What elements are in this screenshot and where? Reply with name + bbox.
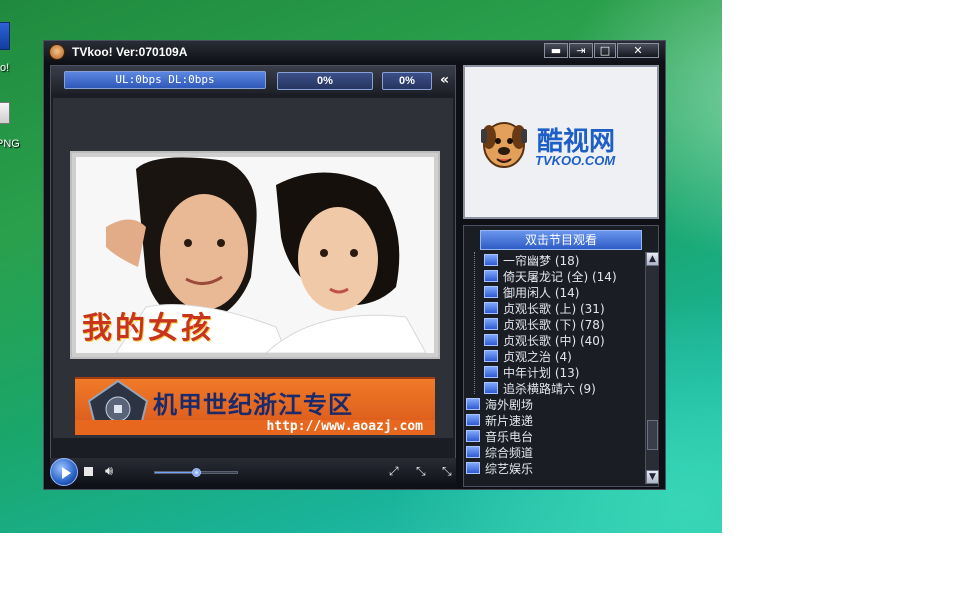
channel-item[interactable]: 贞观长歌 (下) (78) xyxy=(484,317,642,333)
channel-category[interactable]: 综合频道 xyxy=(466,445,642,461)
desktop-icon-app[interactable]: o! xyxy=(0,22,20,82)
channel-panel: 双击节目观看 一帘幽梦 (18) 倚天屠龙记 (全) (14) 御用闲人 (14) 贞… xyxy=(463,225,659,487)
channel-item[interactable]: 贞观长歌 (上) (31) xyxy=(484,301,642,317)
desktop-icon-label: o! xyxy=(0,62,10,74)
channel-label: 贞观之治 (4) xyxy=(503,350,572,364)
channel-label: 御用闲人 (14) xyxy=(503,286,580,300)
channel-list-header: 双击节目观看 xyxy=(480,230,642,250)
tree-connector xyxy=(474,252,475,394)
minimize-button[interactable]: ▬ xyxy=(544,43,568,58)
channel-label: 贞观长歌 (下) (78) xyxy=(503,318,605,332)
channel-label: 海外剧场 xyxy=(485,398,534,412)
folder-icon xyxy=(484,318,498,330)
seek-slider[interactable] xyxy=(154,468,238,477)
channel-item[interactable]: 一帘幽梦 (18) xyxy=(484,253,642,269)
shrink-icon[interactable]: ⤡ xyxy=(416,464,426,479)
folder-icon xyxy=(484,334,498,346)
brand-name-en: TVKOO.COM xyxy=(535,153,616,168)
tvkoo-window: TVkoo! Ver:070109A ▬ ⇥ □ ✕ UL:0bps DL:0b… xyxy=(43,40,666,490)
channel-label: 追杀横路靖六 (9) xyxy=(503,382,596,396)
video-area[interactable]: 我的女孩 机甲世纪浙江专区 http://www.aoazj.com xyxy=(53,98,453,438)
promo-image: 我的女孩 xyxy=(76,157,434,353)
channel-label: 倚天屠龙记 (全) (14) xyxy=(503,270,617,284)
channel-item[interactable]: 倚天屠龙记 (全) (14) xyxy=(484,269,642,285)
channel-label: 中年计划 (13) xyxy=(503,366,580,380)
folder-icon xyxy=(484,366,498,378)
volume-icon[interactable]: 🔊︎ xyxy=(105,464,113,479)
scroll-thumb[interactable] xyxy=(647,420,658,450)
channel-category[interactable]: 新片速递 xyxy=(466,413,642,429)
folder-icon xyxy=(484,254,498,266)
stop-button[interactable] xyxy=(84,467,93,476)
maximize-button[interactable]: □ xyxy=(594,43,616,58)
progress-percent: 0% xyxy=(382,72,432,90)
app-shortcut-icon xyxy=(0,22,10,50)
folder-icon xyxy=(484,302,498,314)
channel-tree: 一帘幽梦 (18) 倚天屠龙记 (全) (14) 御用闲人 (14) 贞观长歌 (上)… xyxy=(464,252,644,484)
mini-mode-icon[interactable]: ⤡ xyxy=(442,464,452,479)
logo-panel: 酷视网 TVKOO.COM xyxy=(463,65,659,219)
tvkoo-logo-icon xyxy=(49,44,65,60)
desktop-icon-label: PNG xyxy=(0,138,20,150)
scroll-up-icon[interactable]: ▲ xyxy=(646,252,659,266)
channel-item[interactable]: 贞观长歌 (中) (40) xyxy=(484,333,642,349)
dog-mascot-icon xyxy=(481,122,527,168)
buffer-percent: 0% xyxy=(277,72,373,90)
banner-title: 机甲世纪浙江专区 xyxy=(153,393,353,419)
folder-icon xyxy=(484,270,498,282)
banner-url: http://www.aoazj.com xyxy=(75,420,435,435)
folder-icon xyxy=(484,286,498,298)
channel-item[interactable]: 御用闲人 (14) xyxy=(484,285,642,301)
channel-label: 贞观长歌 (中) (40) xyxy=(503,334,605,348)
seek-thumb[interactable] xyxy=(192,468,201,477)
channel-item[interactable]: 追杀横路靖六 (9) xyxy=(484,381,642,397)
ad-banner[interactable]: 机甲世纪浙江专区 http://www.aoazj.com xyxy=(75,377,435,435)
play-button[interactable] xyxy=(50,458,78,486)
folder-icon xyxy=(466,398,480,410)
pin-button[interactable]: ⇥ xyxy=(569,43,593,58)
channel-category[interactable]: 综艺娱乐 xyxy=(466,461,642,477)
status-bar: UL:0bps DL:0bps 0% 0% « xyxy=(51,66,455,94)
channel-category[interactable]: 音乐电台 xyxy=(466,429,642,445)
channel-label: 综艺娱乐 xyxy=(485,462,534,476)
speed-indicator: UL:0bps DL:0bps xyxy=(64,71,266,89)
channel-item[interactable]: 中年计划 (13) xyxy=(484,365,642,381)
folder-icon xyxy=(484,350,498,362)
channel-label: 音乐电台 xyxy=(485,430,534,444)
folder-icon xyxy=(466,430,480,442)
channel-label: 新片速递 xyxy=(485,414,534,428)
photo-caption: 我的女孩 xyxy=(82,311,214,346)
window-title: TVkoo! Ver:070109A xyxy=(72,45,188,59)
folder-icon xyxy=(466,414,480,426)
folder-icon xyxy=(466,446,480,458)
close-button[interactable]: ✕ xyxy=(617,43,659,58)
channel-item[interactable]: 贞观之治 (4) xyxy=(484,349,642,365)
png-file-icon xyxy=(0,102,10,124)
video-frame: 我的女孩 xyxy=(70,151,440,359)
channel-scrollbar[interactable]: ▲ ▼ xyxy=(645,252,659,484)
fullscreen-icon[interactable]: ⤢ xyxy=(389,464,399,479)
channel-label: 综合频道 xyxy=(485,446,534,460)
desktop-icon-png[interactable]: PNG xyxy=(0,102,22,154)
folder-icon xyxy=(466,462,480,474)
folder-icon xyxy=(484,382,498,394)
channel-category[interactable]: 海外剧场 xyxy=(466,397,642,413)
title-bar[interactable]: TVkoo! Ver:070109A ▬ ⇥ □ ✕ xyxy=(44,41,665,63)
playback-controls: 🔊︎ ⤢ ⤡ ⤡ xyxy=(50,458,456,486)
seek-fill xyxy=(155,472,197,473)
channel-label: 贞观长歌 (上) (31) xyxy=(503,302,605,316)
player-panel: UL:0bps DL:0bps 0% 0% « 我的女孩 机甲世纪浙江专区 ht… xyxy=(50,65,456,463)
scroll-down-icon[interactable]: ▼ xyxy=(646,470,659,484)
collapse-icon[interactable]: « xyxy=(440,72,449,88)
channel-label: 一帘幽梦 (18) xyxy=(503,254,580,268)
